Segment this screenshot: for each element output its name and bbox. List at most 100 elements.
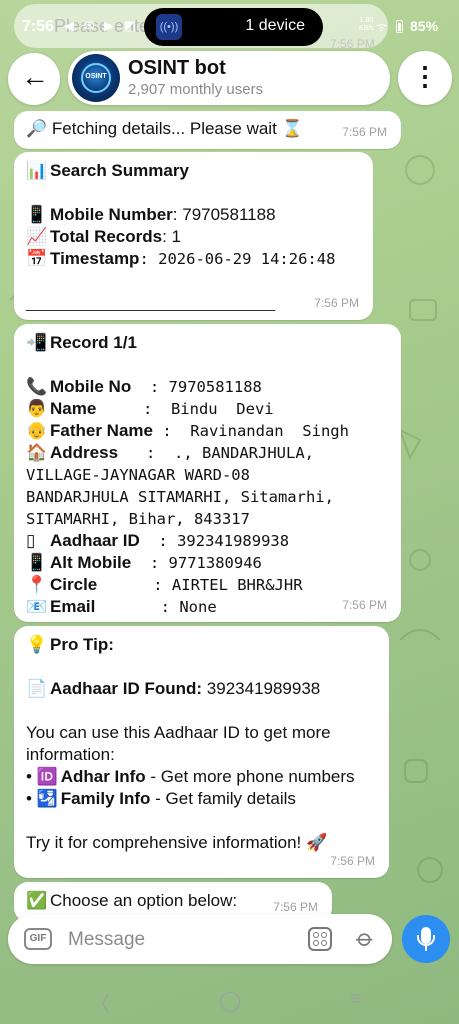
lightbulb-icon: 💡 — [26, 635, 48, 654]
option-label: Adhar Info — [60, 767, 146, 786]
field-label: Alt Mobile — [50, 553, 132, 572]
status-bar: Please enter a mobile number 7:56 PM 7:5… — [0, 0, 459, 52]
document-icon: 📄 — [26, 679, 48, 698]
timestamp-label: Timestamp — [50, 249, 140, 268]
field-value: : 392341989938 — [139, 532, 290, 550]
hourglass-icon: ⌛ — [281, 119, 303, 138]
pin-icon: 📍 — [26, 575, 48, 594]
chat-subtitle: 2,907 monthly users — [128, 81, 264, 98]
message-text: Fetching details... Please wait — [51, 119, 277, 138]
message-composer: GIF ⌀ — [8, 914, 392, 964]
family-icon: 🛂 — [36, 789, 58, 808]
rocket-icon: 🚀 — [305, 833, 328, 852]
chart-icon: 📊 — [26, 161, 48, 180]
field-value: : None — [95, 598, 217, 616]
message-input[interactable] — [66, 924, 300, 956]
records-value: : 1 — [162, 227, 181, 246]
mobile-label: Mobile Number — [50, 205, 173, 224]
found-value: 392341989938 — [206, 679, 321, 698]
sticker-icon[interactable] — [308, 927, 332, 951]
avatar[interactable]: OSINT — [72, 54, 120, 102]
system-navigation-bar: 〈 ◯ ≡ — [0, 980, 459, 1024]
house-icon: 🏠 — [26, 443, 48, 462]
message-search-summary[interactable]: 📊 Search Summary 📱 Mobile Number: 79705811… — [14, 152, 373, 320]
ghost-time: 7:56 PM — [330, 37, 375, 51]
field-label: Address — [50, 443, 119, 462]
chat-header[interactable]: OSINT OSINT bot 2,907 monthly users — [68, 51, 390, 105]
field-value: : 7970581188 — [131, 378, 262, 396]
option-label: Family Info — [60, 789, 151, 808]
mobile-value: : 7970581188 — [172, 205, 276, 224]
field-label: Aadhaar ID — [50, 531, 140, 550]
more-vertical-icon: ⋮ — [412, 61, 438, 91]
field-label: Circle — [50, 575, 98, 594]
message-time: 7:56 PM — [342, 125, 387, 139]
nav-back-icon[interactable]: 〈 — [90, 988, 110, 1017]
tip-title: Pro Tip: — [50, 635, 114, 654]
address-line: BANDARJHULA SITAMARHI, Sitamarhi, — [26, 488, 334, 506]
message-pro-tip[interactable]: 💡 Pro Tip: 📄 Aadhaar ID Found: 39234198993… — [14, 626, 389, 878]
more-menu-button[interactable]: ⋮ — [398, 51, 452, 105]
id-card-icon: ▯ — [26, 531, 36, 550]
man-icon: 👨 — [26, 399, 48, 418]
battery-percent: 85% — [410, 18, 439, 34]
telephone-icon: 📞 — [26, 377, 48, 396]
phone-arrow-icon: 📲 — [26, 333, 48, 352]
option-desc: - Get more phone numbers — [145, 767, 355, 786]
field-label: Father Name — [50, 421, 153, 440]
clock: 7:56 — [22, 18, 55, 35]
field-label: Email — [50, 597, 96, 616]
tip-closing: Try it for comprehensive information! — [26, 833, 302, 852]
voice-record-button[interactable] — [402, 915, 450, 963]
wifi-icon: ᯤ — [376, 20, 387, 34]
field-value: : ., BANDARJHULA, — [118, 444, 314, 462]
field-label: Name — [50, 399, 97, 418]
found-label: Aadhaar ID Found: — [50, 679, 203, 698]
tip-paragraph: information: — [26, 745, 115, 764]
microphone-stand — [417, 935, 435, 946]
trend-icon: 📈 — [26, 227, 48, 246]
tip-paragraph: You can use this Aadhaar ID to get more — [26, 723, 331, 742]
option-desc: - Get family details — [150, 789, 296, 808]
old-man-icon: 👴 — [26, 421, 48, 440]
avatar-text: OSINT — [85, 73, 107, 80]
address-line: SITAMARHI, Bihar, 843317 — [26, 510, 250, 528]
message-time: 7:56 PM — [330, 854, 375, 868]
summary-title: Search Summary — [50, 161, 189, 180]
gif-icon[interactable]: GIF — [24, 928, 52, 950]
phone-icon: 📱 — [26, 205, 48, 224]
paperclip-icon[interactable]: ⌀ — [350, 923, 381, 954]
arrow-left-icon: ← — [21, 61, 49, 92]
id-badge-icon: 🆔 — [36, 767, 58, 786]
connection-icon: ((•)) — [156, 14, 182, 40]
dynamic-island[interactable]: ((•)) 1 device — [144, 8, 323, 46]
field-value: : AIRTEL BHR&JHR — [97, 576, 303, 594]
network-speed: 1.80 KB/s — [359, 17, 374, 32]
field-value: : Bindu Devi — [96, 400, 274, 418]
message-time: 7:56 PM — [342, 598, 387, 612]
nav-home-icon[interactable]: ◯ — [219, 988, 241, 1013]
email-icon: 📧 — [26, 597, 48, 616]
timestamp-value: : 2026-06-29 14:26:48 — [139, 250, 336, 268]
notification-icons: ◀ ✉ ▶ ◩ — [64, 18, 140, 33]
field-value: : Ravinandan Singh — [152, 422, 349, 440]
message-time: 7:56 PM — [314, 296, 359, 310]
microphone-leg — [425, 946, 427, 951]
message-fetching[interactable]: 🔎 Fetching details... Please wait ⌛ 7:56… — [14, 111, 401, 149]
message-record[interactable]: 📲 Record 1/1 📞 Mobile No : 7970581188 👨 Nam… — [14, 324, 401, 622]
check-icon: ✅ — [26, 891, 48, 910]
records-label: Total Records — [50, 227, 163, 246]
battery-icon — [396, 20, 403, 33]
island-text: 1 device — [245, 17, 305, 34]
field-label: Mobile No — [50, 377, 132, 396]
address-line: VILLAGE-JAYNAGAR WARD-08 — [26, 466, 250, 484]
nav-recents-icon[interactable]: ≡ — [350, 988, 362, 1011]
message-text: Choose an option below: — [50, 891, 238, 910]
magnifier-icon: 🔎 — [26, 119, 48, 138]
record-title: Record 1/1 — [50, 333, 137, 352]
chat-title: OSINT bot — [128, 57, 226, 79]
mobile-icon: 📱 — [26, 553, 48, 572]
field-value: : 9771380946 — [131, 554, 262, 572]
divider-line: ________________________________ — [26, 295, 276, 311]
back-button[interactable]: ← — [8, 53, 60, 105]
